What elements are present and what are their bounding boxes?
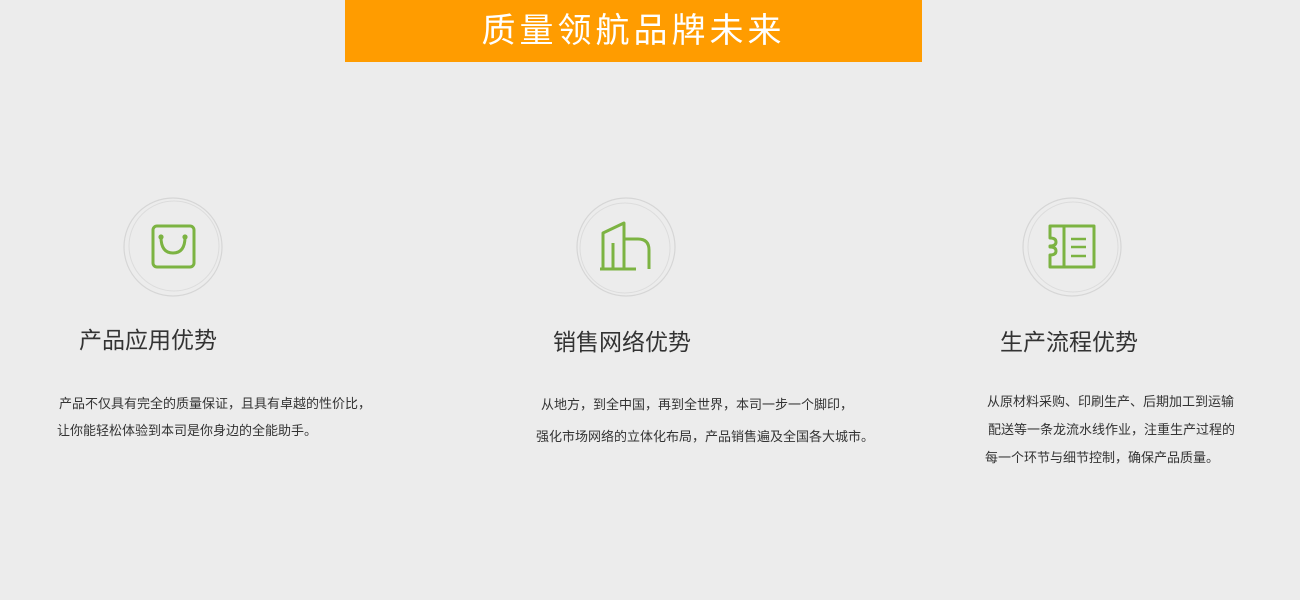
description-line: 配送等一条龙流水线作业，注重生产过程的 [988, 423, 1236, 438]
shopping-bag-icon [121, 195, 225, 299]
description-line: 每一个环节与细节控制，确保产品质量。 [985, 451, 1220, 466]
description-line: 强化市场网络的立体化布局，产品销售遍及全国各大城市。 [536, 430, 875, 445]
ticket-icon [1020, 195, 1124, 299]
description-line: 产品不仅具有完全的质量保证，且具有卓越的性价比， [59, 397, 372, 412]
description-line: 从地方，到全中国，再到全世界，本司一步一个脚印， [541, 398, 854, 413]
feature-title: 销售网络优势 [553, 330, 691, 356]
description-line: 让你能轻松体验到本司是你身边的全能助手。 [57, 424, 318, 439]
feature-title: 产品应用优势 [79, 328, 217, 354]
buildings-icon [574, 195, 678, 299]
header-banner: 质量领航品牌未来 [345, 0, 922, 62]
banner-title: 质量领航品牌未来 [481, 11, 786, 51]
description-line: 从原材料采购、印刷生产、后期加工到运输 [987, 395, 1235, 410]
feature-title: 生产流程优势 [1000, 330, 1138, 356]
